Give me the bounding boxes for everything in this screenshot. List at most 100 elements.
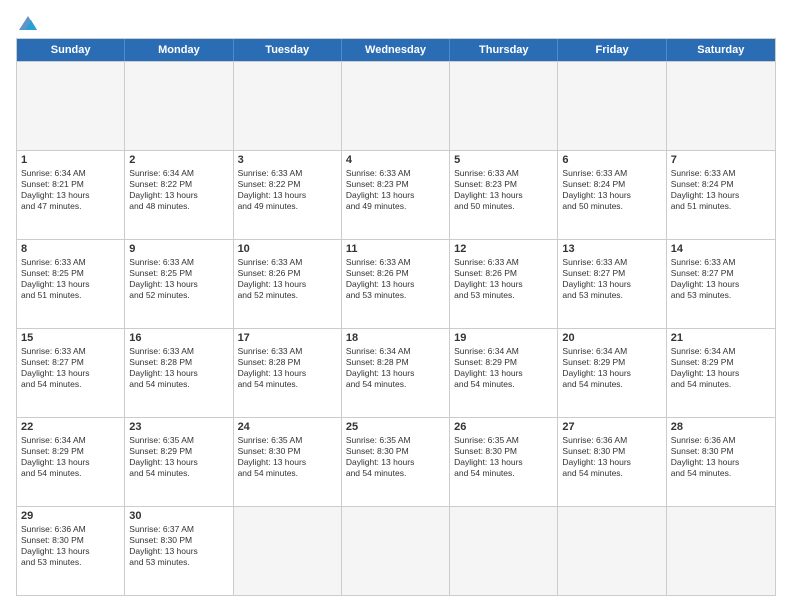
day-number: 3 bbox=[238, 154, 337, 166]
day-info: Sunrise: 6:34 AM Sunset: 8:29 PM Dayligh… bbox=[454, 346, 553, 390]
day-info: Sunrise: 6:33 AM Sunset: 8:26 PM Dayligh… bbox=[454, 257, 553, 301]
day-info: Sunrise: 6:33 AM Sunset: 8:25 PM Dayligh… bbox=[129, 257, 228, 301]
empty-cell bbox=[450, 62, 558, 150]
day-info: Sunrise: 6:33 AM Sunset: 8:24 PM Dayligh… bbox=[671, 168, 771, 212]
day-number: 18 bbox=[346, 332, 445, 344]
day-info: Sunrise: 6:33 AM Sunset: 8:24 PM Dayligh… bbox=[562, 168, 661, 212]
empty-cell bbox=[450, 507, 558, 595]
day-info: Sunrise: 6:34 AM Sunset: 8:29 PM Dayligh… bbox=[562, 346, 661, 390]
day-cell-17: 17 Sunrise: 6:33 AM Sunset: 8:28 PM Dayli… bbox=[234, 329, 342, 417]
day-cell-7: 7 Sunrise: 6:33 AM Sunset: 8:24 PM Daylig… bbox=[667, 151, 775, 239]
day-number: 10 bbox=[238, 243, 337, 255]
calendar-body: 1 Sunrise: 6:34 AM Sunset: 8:21 PM Daylig… bbox=[17, 61, 775, 595]
day-cell-8: 8 Sunrise: 6:33 AM Sunset: 8:25 PM Daylig… bbox=[17, 240, 125, 328]
day-cell-14: 14 Sunrise: 6:33 AM Sunset: 8:27 PM Dayli… bbox=[667, 240, 775, 328]
day-cell-10: 10 Sunrise: 6:33 AM Sunset: 8:26 PM Dayli… bbox=[234, 240, 342, 328]
day-info: Sunrise: 6:33 AM Sunset: 8:28 PM Dayligh… bbox=[238, 346, 337, 390]
calendar-header: SundayMondayTuesdayWednesdayThursdayFrid… bbox=[17, 39, 775, 61]
page: SundayMondayTuesdayWednesdayThursdayFrid… bbox=[0, 0, 792, 612]
day-number: 19 bbox=[454, 332, 553, 344]
day-cell-15: 15Sunrise: 6:33 AM Sunset: 8:27 PM Dayli… bbox=[17, 329, 125, 417]
header-day-wednesday: Wednesday bbox=[342, 39, 450, 61]
day-cell-26: 26 Sunrise: 6:35 AM Sunset: 8:30 PM Dayli… bbox=[450, 418, 558, 506]
day-cell-9: 9 Sunrise: 6:33 AM Sunset: 8:25 PM Daylig… bbox=[125, 240, 233, 328]
day-info: Sunrise: 6:35 AM Sunset: 8:29 PM Dayligh… bbox=[129, 435, 228, 479]
day-cell-24: 24 Sunrise: 6:35 AM Sunset: 8:30 PM Dayli… bbox=[234, 418, 342, 506]
day-info: Sunrise: 6:33 AM Sunset: 8:26 PM Dayligh… bbox=[346, 257, 445, 301]
day-info: Sunrise: 6:33 AM Sunset: 8:22 PM Dayligh… bbox=[238, 168, 337, 212]
day-number: 26 bbox=[454, 421, 553, 433]
day-number: 24 bbox=[238, 421, 337, 433]
day-cell-11: 11Sunrise: 6:33 AM Sunset: 8:26 PM Dayli… bbox=[342, 240, 450, 328]
header-day-sunday: Sunday bbox=[17, 39, 125, 61]
empty-cell bbox=[17, 62, 125, 150]
empty-cell bbox=[558, 507, 666, 595]
day-number: 15 bbox=[21, 332, 120, 344]
calendar-row-2: 8 Sunrise: 6:33 AM Sunset: 8:25 PM Daylig… bbox=[17, 239, 775, 328]
day-info: Sunrise: 6:34 AM Sunset: 8:29 PM Dayligh… bbox=[671, 346, 771, 390]
day-info: Sunrise: 6:36 AM Sunset: 8:30 PM Dayligh… bbox=[21, 524, 120, 568]
day-number: 17 bbox=[238, 332, 337, 344]
day-cell-3: 3 Sunrise: 6:33 AM Sunset: 8:22 PM Daylig… bbox=[234, 151, 342, 239]
day-cell-28: 28Sunrise: 6:36 AM Sunset: 8:30 PM Dayli… bbox=[667, 418, 775, 506]
day-info: Sunrise: 6:35 AM Sunset: 8:30 PM Dayligh… bbox=[346, 435, 445, 479]
day-info: Sunrise: 6:34 AM Sunset: 8:28 PM Dayligh… bbox=[346, 346, 445, 390]
calendar-row-5: 29 Sunrise: 6:36 AM Sunset: 8:30 PM Dayli… bbox=[17, 506, 775, 595]
empty-cell bbox=[125, 62, 233, 150]
day-number: 1 bbox=[21, 154, 120, 166]
day-info: Sunrise: 6:33 AM Sunset: 8:28 PM Dayligh… bbox=[129, 346, 228, 390]
empty-cell bbox=[342, 62, 450, 150]
day-number: 4 bbox=[346, 154, 445, 166]
day-number: 7 bbox=[671, 154, 771, 166]
day-cell-25: 25Sunrise: 6:35 AM Sunset: 8:30 PM Dayli… bbox=[342, 418, 450, 506]
header-day-saturday: Saturday bbox=[667, 39, 775, 61]
day-info: Sunrise: 6:34 AM Sunset: 8:21 PM Dayligh… bbox=[21, 168, 120, 212]
day-number: 30 bbox=[129, 510, 228, 522]
day-info: Sunrise: 6:37 AM Sunset: 8:30 PM Dayligh… bbox=[129, 524, 228, 568]
day-number: 22 bbox=[21, 421, 120, 433]
day-number: 8 bbox=[21, 243, 120, 255]
day-cell-19: 19 Sunrise: 6:34 AM Sunset: 8:29 PM Dayli… bbox=[450, 329, 558, 417]
day-number: 12 bbox=[454, 243, 553, 255]
day-cell-21: 21 Sunrise: 6:34 AM Sunset: 8:29 PM Dayli… bbox=[667, 329, 775, 417]
day-cell-5: 5Sunrise: 6:33 AM Sunset: 8:23 PM Daylig… bbox=[450, 151, 558, 239]
header bbox=[16, 16, 776, 28]
header-day-friday: Friday bbox=[558, 39, 666, 61]
day-number: 20 bbox=[562, 332, 661, 344]
day-info: Sunrise: 6:35 AM Sunset: 8:30 PM Dayligh… bbox=[238, 435, 337, 479]
day-number: 14 bbox=[671, 243, 771, 255]
day-cell-16: 16 Sunrise: 6:33 AM Sunset: 8:28 PM Dayli… bbox=[125, 329, 233, 417]
day-number: 13 bbox=[562, 243, 661, 255]
day-number: 2 bbox=[129, 154, 228, 166]
empty-cell bbox=[667, 507, 775, 595]
empty-cell bbox=[234, 62, 342, 150]
day-number: 28 bbox=[671, 421, 771, 433]
day-cell-13: 13 Sunrise: 6:33 AM Sunset: 8:27 PM Dayli… bbox=[558, 240, 666, 328]
day-number: 9 bbox=[129, 243, 228, 255]
logo-icon bbox=[17, 14, 39, 32]
day-info: Sunrise: 6:33 AM Sunset: 8:27 PM Dayligh… bbox=[562, 257, 661, 301]
header-day-tuesday: Tuesday bbox=[234, 39, 342, 61]
empty-cell bbox=[667, 62, 775, 150]
calendar-row-1: 1 Sunrise: 6:34 AM Sunset: 8:21 PM Daylig… bbox=[17, 150, 775, 239]
day-number: 23 bbox=[129, 421, 228, 433]
calendar-row-3: 15Sunrise: 6:33 AM Sunset: 8:27 PM Dayli… bbox=[17, 328, 775, 417]
day-info: Sunrise: 6:33 AM Sunset: 8:23 PM Dayligh… bbox=[346, 168, 445, 212]
day-cell-1: 1 Sunrise: 6:34 AM Sunset: 8:21 PM Daylig… bbox=[17, 151, 125, 239]
day-number: 16 bbox=[129, 332, 228, 344]
logo bbox=[16, 16, 39, 28]
day-cell-18: 18 Sunrise: 6:34 AM Sunset: 8:28 PM Dayli… bbox=[342, 329, 450, 417]
day-cell-12: 12 Sunrise: 6:33 AM Sunset: 8:26 PM Dayli… bbox=[450, 240, 558, 328]
day-info: Sunrise: 6:35 AM Sunset: 8:30 PM Dayligh… bbox=[454, 435, 553, 479]
calendar-row-0 bbox=[17, 61, 775, 150]
day-number: 29 bbox=[21, 510, 120, 522]
day-info: Sunrise: 6:33 AM Sunset: 8:25 PM Dayligh… bbox=[21, 257, 120, 301]
day-cell-27: 27Sunrise: 6:36 AM Sunset: 8:30 PM Dayli… bbox=[558, 418, 666, 506]
day-cell-29: 29 Sunrise: 6:36 AM Sunset: 8:30 PM Dayli… bbox=[17, 507, 125, 595]
empty-cell bbox=[234, 507, 342, 595]
day-info: Sunrise: 6:34 AM Sunset: 8:29 PM Dayligh… bbox=[21, 435, 120, 479]
day-number: 21 bbox=[671, 332, 771, 344]
day-number: 6 bbox=[562, 154, 661, 166]
day-info: Sunrise: 6:33 AM Sunset: 8:26 PM Dayligh… bbox=[238, 257, 337, 301]
day-info: Sunrise: 6:33 AM Sunset: 8:27 PM Dayligh… bbox=[671, 257, 771, 301]
